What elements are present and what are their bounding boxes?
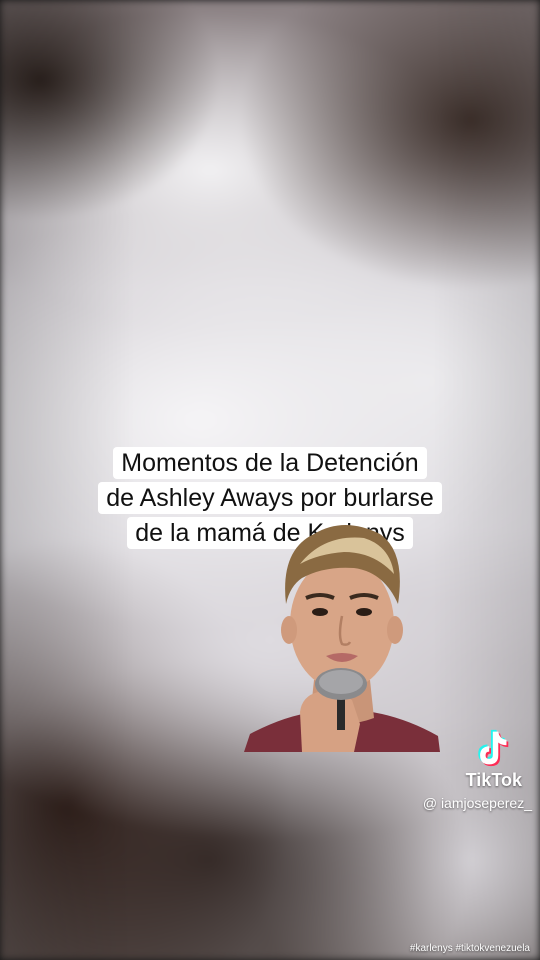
tiktok-logo-icon [478, 729, 509, 767]
creator-username: @ iamjoseperez_ [422, 795, 532, 811]
hashtags-text: #karlenys #tiktokvenezuela [409, 943, 530, 954]
tiktok-watermark: TikTok @ iamjoseperez_ [392, 728, 532, 811]
caption-line-1: Momentos de la Detención [113, 447, 427, 479]
creator-avatar-overlay [244, 525, 440, 752]
video-frame[interactable]: Momentos de la Detención de Ashley Aways… [0, 0, 540, 960]
caption-line-2: de Ashley Aways por burlarse [98, 482, 442, 514]
tiktok-brand-label: TikTok [465, 770, 522, 790]
